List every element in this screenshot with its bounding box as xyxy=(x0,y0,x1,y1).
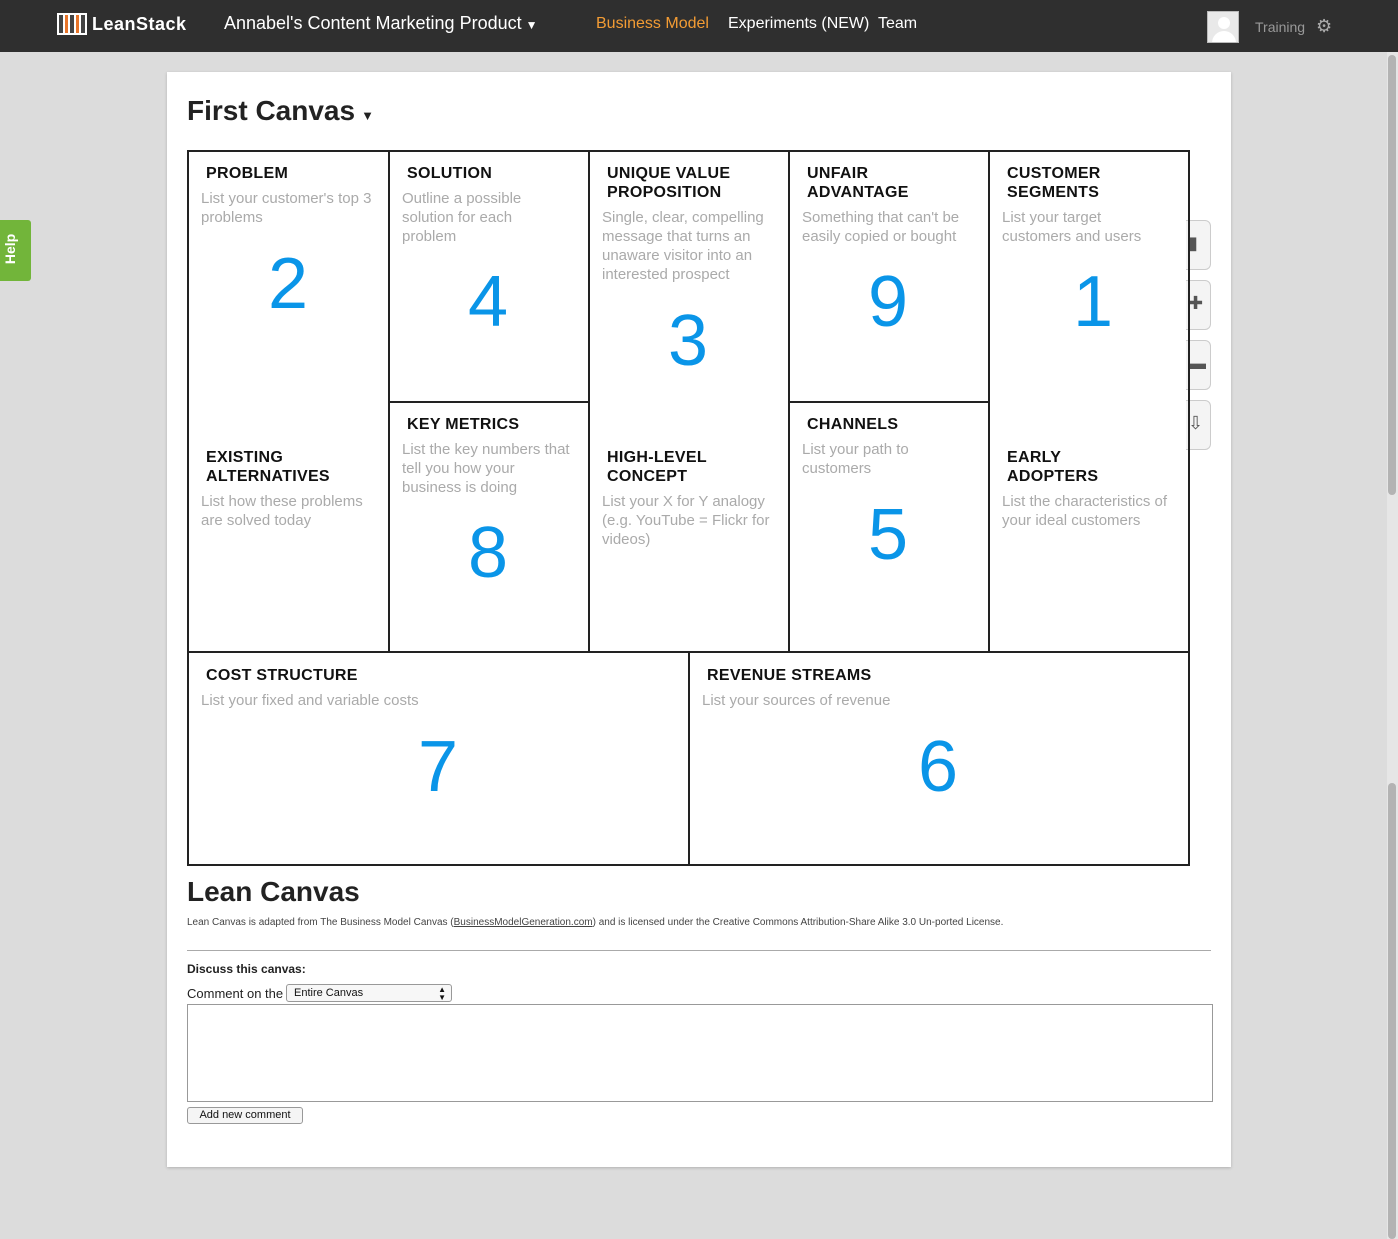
leanstack-logo[interactable]: LeanStack xyxy=(57,13,187,35)
channels-desc-2: customers xyxy=(802,460,872,477)
license-post: ) and is licensed under the Creative Com… xyxy=(592,917,1004,928)
segments-title-1: CUSTOMER xyxy=(1007,165,1101,182)
high-level-desc-3: videos) xyxy=(602,531,651,548)
help-label: Help xyxy=(2,233,19,265)
key-metrics-desc-3: business is doing xyxy=(402,479,518,496)
channels-title: CHANNELS xyxy=(807,416,899,433)
cost-title: COST STRUCTURE xyxy=(206,667,358,684)
high-level-desc-1: List your X for Y analogy xyxy=(602,493,765,510)
user-name[interactable]: Training xyxy=(1255,19,1305,35)
existing-title-2: ALTERNATIVES xyxy=(206,468,330,485)
comment-target-value: Entire Canvas xyxy=(294,987,364,999)
solution-desc-1: Outline a possible xyxy=(402,190,522,207)
comment-on-label: Comment on the xyxy=(187,986,284,1001)
key-metrics-desc-1: List the key numbers that xyxy=(402,441,570,458)
early-title-1: EARLY xyxy=(1007,449,1062,466)
canvas-title-text: First Canvas xyxy=(187,95,356,126)
segments-desc-1: List your target xyxy=(1002,209,1102,226)
unfair-title-1: UNFAIR xyxy=(807,165,869,182)
product-name: Annabel's Content Marketing Product xyxy=(224,13,522,33)
cost-desc: List your fixed and variable costs xyxy=(201,692,419,709)
segments-title-2: SEGMENTS xyxy=(1007,184,1100,201)
canvas-title[interactable]: First Canvas ▼ xyxy=(187,95,374,127)
unfair-desc-2: easily copied or bought xyxy=(802,228,957,245)
uvp-number: 3 xyxy=(668,301,709,381)
license-text: Lean Canvas is adapted from The Business… xyxy=(187,917,1003,928)
add-comment-button[interactable]: Add new comment xyxy=(187,1107,303,1124)
solution-desc-3: problem xyxy=(402,228,457,245)
early-desc-2: your ideal customers xyxy=(1002,512,1141,529)
uvp-desc-3: unaware visitor into an xyxy=(602,247,753,264)
scrollbar-thumb-secondary[interactable] xyxy=(1388,783,1396,1239)
segments-number: 1 xyxy=(1073,262,1114,342)
bmg-link[interactable]: BusinessModelGeneration.com xyxy=(454,917,593,928)
unfair-desc-1: Something that can't be xyxy=(802,209,960,226)
existing-title-1: EXISTING xyxy=(206,449,284,466)
revenue-desc: List your sources of revenue xyxy=(702,692,891,709)
early-title-2: ADOPTERS xyxy=(1007,468,1099,485)
segments-desc-2: customers and users xyxy=(1002,228,1142,245)
nav-team[interactable]: Team xyxy=(878,15,917,33)
uvp-desc-4: interested prospect xyxy=(602,266,730,283)
comment-target-select[interactable]: Entire Canvas ▲ ▼ xyxy=(286,984,452,1002)
uvp-desc-1: Single, clear, compelling xyxy=(602,209,764,226)
top-nav-bar: LeanStack Annabel's Content Marketing Pr… xyxy=(0,0,1398,52)
solution-title: SOLUTION xyxy=(407,165,493,182)
channels-number: 5 xyxy=(868,495,909,575)
existing-desc-2: are solved today xyxy=(201,512,312,529)
logo-icon xyxy=(57,13,87,35)
channels-desc-1: List your path to xyxy=(802,441,909,458)
license-pre: Lean Canvas is adapted from The Business… xyxy=(187,917,454,928)
avatar[interactable] xyxy=(1207,11,1239,43)
discuss-label: Discuss this canvas: xyxy=(187,962,306,976)
problem-number: 2 xyxy=(268,244,309,324)
product-selector[interactable]: Annabel's Content Marketing Product ▼ xyxy=(224,13,538,34)
solution-desc-2: solution for each xyxy=(402,209,513,226)
uvp-title-1: UNIQUE VALUE xyxy=(607,165,731,182)
select-arrows-icon: ▲ ▼ xyxy=(438,985,446,1002)
lean-canvas-heading: Lean Canvas xyxy=(187,876,360,907)
cost-number: 7 xyxy=(418,727,459,807)
key-metrics-title: KEY METRICS xyxy=(407,416,520,433)
uvp-title-2: PROPOSITION xyxy=(607,184,722,201)
early-desc-1: List the characteristics of xyxy=(1002,493,1168,510)
problem-desc: List your customer's top 3 problems xyxy=(201,190,372,226)
logo-text: LeanStack xyxy=(92,13,187,34)
high-level-title-2: CONCEPT xyxy=(607,468,688,485)
chevron-down-icon: ▼ xyxy=(361,108,374,123)
high-level-desc-2: (e.g. YouTube = Flickr for xyxy=(602,512,770,529)
existing-desc-1: List how these problems xyxy=(201,493,363,510)
nav-experiments[interactable]: Experiments (NEW) xyxy=(728,15,869,33)
solution-number: 4 xyxy=(468,262,509,342)
revenue-number: 6 xyxy=(918,727,959,807)
unfair-number: 9 xyxy=(868,262,909,342)
chevron-down-icon: ▼ xyxy=(525,18,538,32)
divider xyxy=(187,950,1211,951)
unfair-title-2: ADVANTAGE xyxy=(807,184,909,201)
revenue-title: REVENUE STREAMS xyxy=(707,667,872,684)
comment-textarea[interactable] xyxy=(187,1004,1213,1102)
nav-business-model[interactable]: Business Model xyxy=(596,15,709,33)
problem-box[interactable] xyxy=(189,152,390,653)
key-metrics-number: 8 xyxy=(468,513,509,593)
gear-icon[interactable]: ⚙ xyxy=(1316,16,1332,37)
key-metrics-desc-2: tell you how your xyxy=(402,460,515,477)
problem-title: PROBLEM xyxy=(206,165,289,182)
high-level-title-1: HIGH-LEVEL xyxy=(607,449,707,466)
help-tab[interactable]: Help xyxy=(0,220,31,281)
uvp-desc-2: message that turns an xyxy=(602,228,751,245)
scrollbar-thumb[interactable] xyxy=(1388,55,1396,495)
